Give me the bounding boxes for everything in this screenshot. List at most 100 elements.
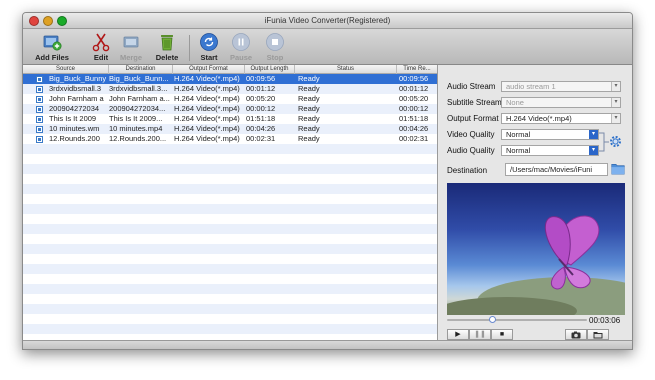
trash-icon: [161, 35, 173, 51]
refresh-circle-icon: [200, 33, 218, 51]
dropdown-arrow-icon: ▾: [611, 98, 620, 107]
audio-stream-value: audio stream 1: [506, 82, 556, 91]
scissors-icon: [92, 33, 110, 52]
cell-source: 10 minutes.wm: [49, 124, 100, 133]
destination-field[interactable]: /Users/mac/Movies/iFuni: [505, 163, 608, 176]
video-quality-label: Video Quality: [447, 130, 495, 139]
subtitle-stream-select[interactable]: None ▾: [501, 97, 621, 108]
video-file-icon: [36, 136, 43, 143]
cell-status: Ready: [298, 74, 320, 83]
cell-source: This Is It 2009: [49, 114, 97, 123]
cell-time: 00:05:20: [399, 94, 429, 103]
start-label: Start: [200, 53, 218, 62]
output-format-select[interactable]: H.264 Video(*.mp4) ▾: [501, 113, 621, 124]
cell-destination: John Farnham a...: [109, 94, 170, 103]
column-source[interactable]: Source: [23, 65, 109, 74]
cell-length: 00:01:12: [246, 84, 276, 93]
subtitle-stream-value: None: [506, 98, 524, 107]
pause-circle-icon: [232, 33, 250, 51]
table-row[interactable]: 200904272034 200904272034... H.264 Video…: [23, 104, 437, 114]
cell-length: 00:00:12: [246, 104, 276, 113]
cell-status: Ready: [298, 84, 320, 93]
cell-format: H.264 Video(*.mp4): [174, 114, 240, 123]
merge-button[interactable]: Merge: [117, 32, 145, 64]
start-button[interactable]: Start: [197, 32, 221, 64]
folder-icon[interactable]: [611, 162, 625, 175]
edit-label: Edit: [93, 53, 109, 62]
camera-icon: [571, 331, 581, 338]
video-file-icon: [36, 126, 43, 133]
column-destination[interactable]: Destination: [109, 65, 173, 74]
cell-length: 00:02:31: [246, 134, 276, 143]
bracket-connector: [599, 132, 609, 152]
table-row[interactable]: 10 minutes.wm 10 minutes.mp4 H.264 Video…: [23, 124, 437, 134]
cell-time: 00:04:26: [399, 124, 429, 133]
cell-length: 00:04:26: [246, 124, 276, 133]
delete-button[interactable]: Delete: [151, 32, 183, 64]
column-output-length[interactable]: Output Length: [245, 65, 295, 74]
table-row[interactable]: John Farnham a John Farnham a... H.264 V…: [23, 94, 437, 104]
add-files-button[interactable]: Add Files: [31, 32, 73, 64]
seek-bar[interactable]: [447, 316, 587, 323]
pause-playback-button[interactable]: ❚❚: [469, 329, 491, 340]
cell-length: 01:51:18: [246, 114, 276, 123]
cell-time: 00:00:12: [399, 104, 429, 113]
table-row[interactable]: 3rdxvidbsmall.3 3rdxvidbsmall.3... H.264…: [23, 84, 437, 94]
cell-source: 12.Rounds.200: [49, 134, 100, 143]
cell-source: 200904272034: [49, 104, 100, 113]
table-row[interactable]: This Is It 2009 This Is It 2009... H.264…: [23, 114, 437, 124]
edit-button[interactable]: Edit: [89, 32, 113, 64]
cell-status: Ready: [298, 94, 320, 103]
dropdown-arrow-icon: ▾: [611, 82, 620, 91]
video-quality-value: Normal: [506, 130, 531, 139]
video-quality-select[interactable]: Normal ▾: [501, 129, 599, 140]
snapshot-button[interactable]: [565, 329, 587, 340]
delete-label: Delete: [155, 53, 179, 62]
output-format-value: H.264 Video(*.mp4): [506, 114, 572, 123]
cell-destination: Big_Buck_Bunn...: [109, 74, 169, 83]
cell-format: H.264 Video(*.mp4): [174, 104, 240, 113]
settings-panel: Audio Stream audio stream 1 ▾ Subtitle S…: [439, 65, 632, 340]
column-status[interactable]: Status: [295, 65, 397, 74]
merge-label: Merge: [119, 53, 143, 62]
stop-button[interactable]: Stop: [263, 32, 287, 64]
pause-label: Pause: [229, 53, 253, 62]
video-file-icon: [36, 96, 43, 103]
cell-time: 00:02:31: [399, 134, 429, 143]
cell-format: H.264 Video(*.mp4): [174, 124, 240, 133]
audio-quality-select[interactable]: Normal ▾: [501, 145, 599, 156]
audio-quality-label: Audio Quality: [447, 146, 495, 155]
video-file-icon: [36, 116, 43, 123]
open-snapshot-folder-button[interactable]: [587, 329, 609, 340]
cell-destination: 3rdxvidbsmall.3...: [109, 84, 168, 93]
destination-value: /Users/mac/Movies/iFuni: [510, 165, 593, 174]
cell-status: Ready: [298, 124, 320, 133]
status-bar: [23, 340, 632, 349]
cell-format: H.264 Video(*.mp4): [174, 94, 240, 103]
file-list[interactable]: Source Destination Output Format Output …: [23, 65, 438, 340]
column-time-remaining[interactable]: Time Re...: [397, 65, 437, 74]
audio-stream-select[interactable]: audio stream 1 ▾: [501, 81, 621, 92]
table-header: Source Destination Output Format Output …: [23, 65, 437, 74]
column-output-format[interactable]: Output Format: [173, 65, 245, 74]
cell-format: H.264 Video(*.mp4): [174, 74, 240, 83]
cell-time: 01:51:18: [399, 114, 429, 123]
cell-destination: 200904272034...: [109, 104, 166, 113]
seek-thumb[interactable]: [489, 316, 496, 323]
cell-length: 00:09:56: [246, 74, 276, 83]
open-folder-icon: [593, 331, 603, 338]
video-file-icon: [36, 106, 43, 113]
pause-button[interactable]: Pause: [229, 32, 253, 64]
cell-source: John Farnham a: [49, 94, 104, 103]
duration-label: 00:03:06: [589, 316, 621, 325]
title-bar: iFunia Video Converter(Registered): [23, 13, 632, 29]
cell-status: Ready: [298, 134, 320, 143]
play-button[interactable]: ▶: [447, 329, 469, 340]
table-row[interactable]: Big_Buck_Bunny Big_Buck_Bunn... H.264 Vi…: [23, 74, 437, 84]
gear-icon[interactable]: [609, 135, 622, 148]
app-window: iFunia Video Converter(Registered) Add F…: [22, 12, 633, 350]
stop-playback-button[interactable]: ■: [491, 329, 513, 340]
cell-format: H.264 Video(*.mp4): [174, 134, 240, 143]
cell-source: Big_Buck_Bunny: [49, 74, 107, 83]
table-row[interactable]: 12.Rounds.200 12.Rounds.200... H.264 Vid…: [23, 134, 437, 144]
